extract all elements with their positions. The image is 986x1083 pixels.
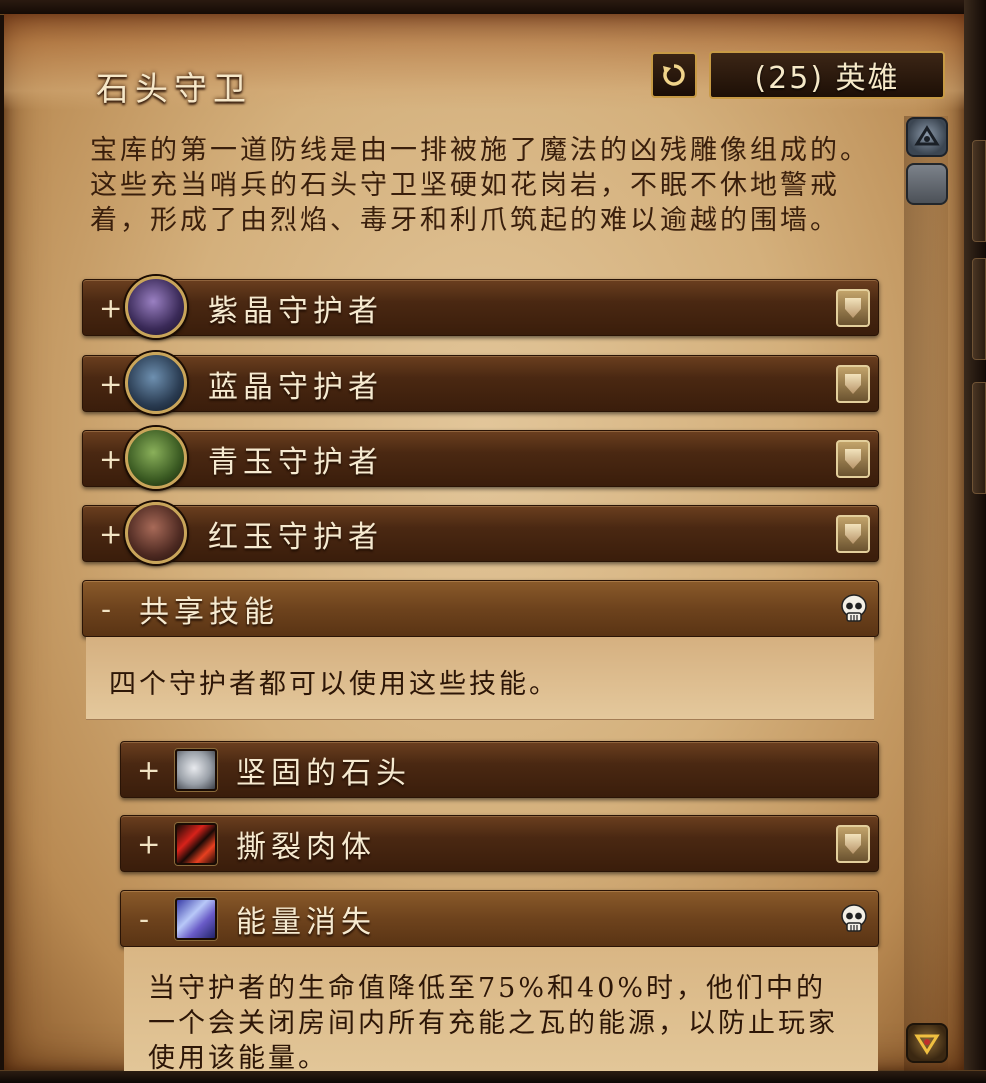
expand-toggle[interactable]: + [137,753,160,786]
stone-icon [175,749,217,791]
ability-row-expanded[interactable]: - 能量消失 [120,890,879,947]
ability-description: 当守护者的生命值降低至75%和40%时，他们中的一个会关闭房间内所有充能之瓦的能… [148,973,838,1074]
boss-portrait-jade [125,427,187,489]
shield-icon [836,825,870,863]
shield-icon [836,365,870,403]
boss-name: 蓝晶守护者 [208,369,383,405]
boss-name: 红玉守护者 [208,519,383,555]
scrollbar-track[interactable] [904,116,948,1071]
skull-icon [836,901,872,937]
refresh-icon [663,64,685,86]
boss-portrait-cobalt [125,352,187,414]
claw-icon [175,823,217,865]
scrollbar-thumb[interactable] [906,163,948,205]
boss-row[interactable]: + 蓝晶守护者 [82,355,879,412]
scroll-down-button[interactable] [906,1023,948,1063]
ability-name: 能量消失 [236,904,376,940]
expand-toggle[interactable]: + [99,517,122,550]
encounter-description: 宝库的第一道防线是由一排被施了魔法的凶残雕像组成的。这些充当哨兵的石头守卫坚硬如… [90,135,870,236]
shield-icon [836,440,870,478]
expand-toggle[interactable]: + [99,442,122,475]
energy-icon [175,898,217,940]
scroll-down-icon [914,1034,940,1055]
expand-toggle[interactable]: + [137,827,160,860]
side-tab-2[interactable] [972,258,986,360]
shared-abilities-text: 四个守护者都可以使用这些技能。 [109,669,559,700]
side-tab-1[interactable] [972,140,986,242]
boss-name: 青玉守护者 [208,444,383,480]
reset-button[interactable] [651,52,697,98]
collapse-toggle[interactable]: - [101,592,111,625]
boss-row[interactable]: + 红玉守护者 [82,505,879,562]
ability-name: 坚固的石头 [236,755,411,791]
boss-row[interactable]: + 青玉守护者 [82,430,879,487]
ability-name: 撕裂肉体 [236,829,376,865]
boss-name: 紫晶守护者 [208,293,383,329]
scroll-up-icon [914,125,940,146]
boss-row[interactable]: + 紫晶守护者 [82,279,879,336]
boss-portrait-jasper [125,502,187,564]
boss-portrait-amethyst [125,276,187,338]
window-frame-top [0,0,986,15]
difficulty-button[interactable]: (25) 英雄 [709,51,945,99]
side-tab-3[interactable] [972,382,986,494]
expand-toggle[interactable]: + [99,291,122,324]
shield-icon [836,515,870,553]
shared-abilities-header[interactable]: - 共享技能 [82,580,879,637]
scroll-up-button[interactable] [906,117,948,157]
skull-icon [836,591,872,627]
ability-row[interactable]: + 撕裂肉体 [120,815,879,872]
ability-row[interactable]: + 坚固的石头 [120,741,879,798]
page-title: 石头守卫 [96,69,252,108]
expand-toggle[interactable]: + [99,367,122,400]
collapse-toggle[interactable]: - [139,902,149,935]
section-title: 共享技能 [139,594,279,630]
shield-icon [836,289,870,327]
